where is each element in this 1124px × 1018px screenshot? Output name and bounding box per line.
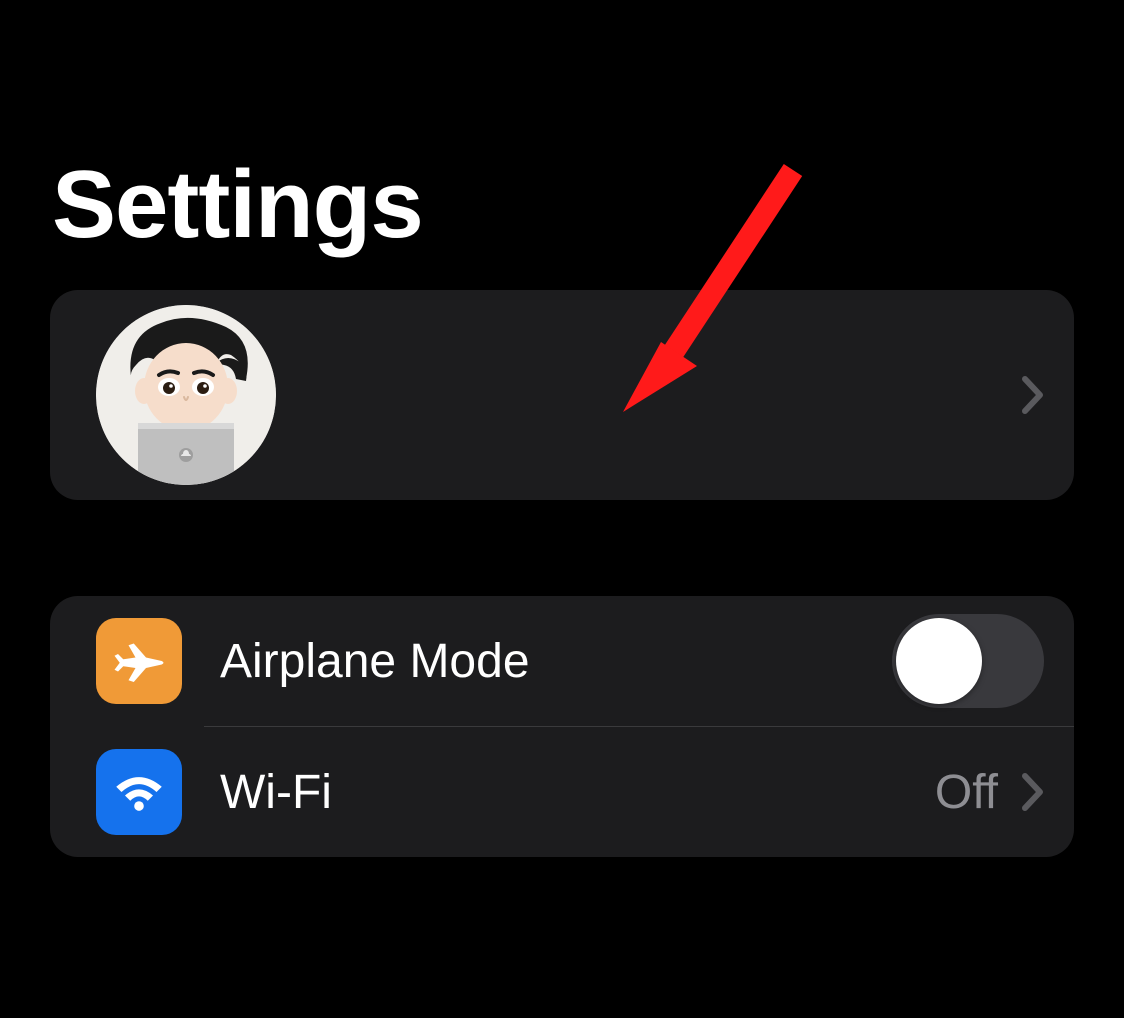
wifi-label: Wi-Fi: [220, 765, 935, 820]
toggle-knob: [896, 618, 982, 704]
chevron-right-icon: [1022, 376, 1044, 414]
airplane-mode-label: Airplane Mode: [220, 634, 892, 689]
profile-row[interactable]: [50, 290, 1074, 500]
airplane-icon: [96, 618, 182, 704]
avatar: [96, 305, 276, 485]
chevron-right-icon: [1022, 773, 1044, 811]
profile-group: [50, 290, 1074, 500]
memoji-avatar-icon: [96, 305, 276, 485]
airplane-mode-toggle[interactable]: [892, 614, 1044, 708]
airplane-mode-row[interactable]: Airplane Mode: [50, 596, 1074, 726]
wifi-icon: [96, 749, 182, 835]
page-title: Settings: [52, 150, 1124, 260]
wifi-row[interactable]: Wi-Fi Off: [50, 727, 1074, 857]
wifi-value: Off: [935, 765, 998, 820]
settings-group: Airplane Mode Wi-Fi Off: [50, 596, 1074, 857]
